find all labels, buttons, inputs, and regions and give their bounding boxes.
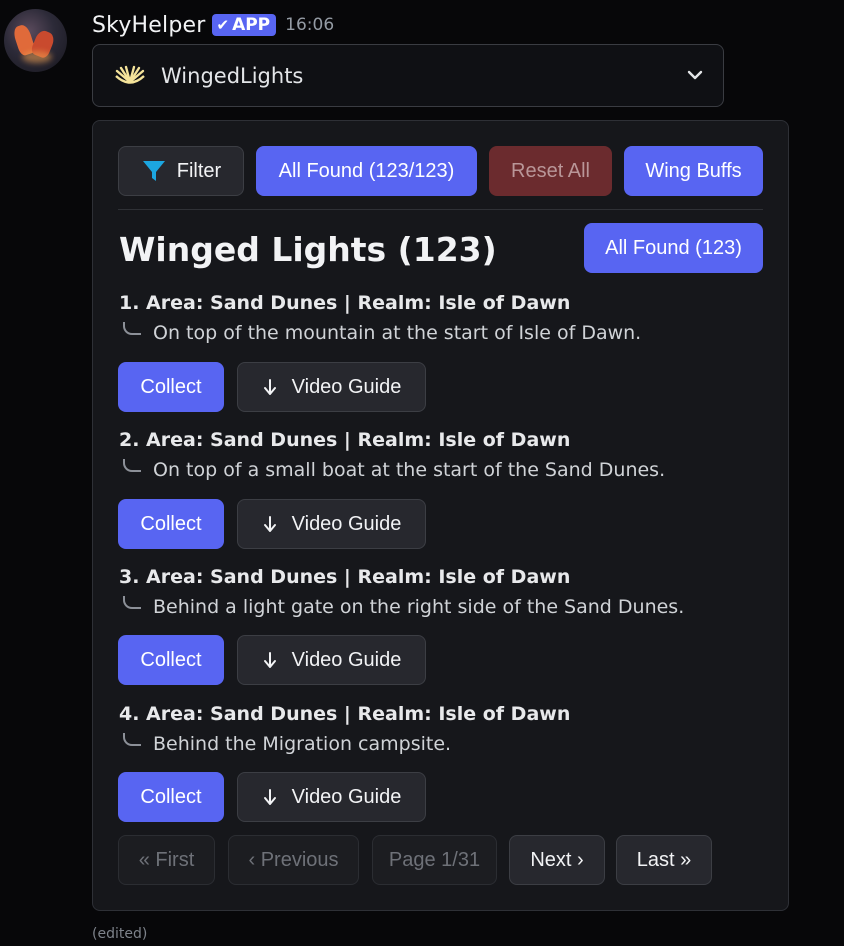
wing-buffs-label: Wing Buffs [645, 159, 742, 182]
entry-heading: 3. Area: Sand Dunes | Realm: Isle of Daw… [119, 566, 571, 588]
all-found-count-label: All Found (123/123) [278, 159, 455, 182]
entry-heading: 2. Area: Sand Dunes | Realm: Isle of Daw… [119, 429, 571, 451]
video-guide-label: Video Guide [291, 375, 402, 398]
video-guide-label: Video Guide [291, 648, 402, 671]
winged-light-icon [115, 65, 145, 84]
all-found-count-button[interactable]: All Found (123/123) [256, 146, 477, 196]
select-value: WingedLights [161, 63, 304, 88]
entry-description: On top of a small boat at the start of t… [123, 459, 665, 481]
reply-hook-icon [123, 733, 141, 746]
collect-button[interactable]: Collect [118, 362, 224, 412]
avatar-glow [22, 51, 52, 63]
entry-description-text: On top of a small boat at the start of t… [153, 459, 666, 481]
app-badge-label: APP [232, 15, 271, 35]
entry-description: Behind the Migration campsite. [123, 733, 451, 755]
reply-hook-icon [123, 322, 141, 335]
previous-page-button[interactable]: ‹ Previous [228, 835, 359, 885]
video-guide-button[interactable]: Video Guide [237, 772, 426, 822]
entry-description-text: Behind a light gate on the right side of… [153, 596, 685, 618]
all-found-button-label: All Found (123) [605, 236, 742, 259]
video-guide-button[interactable]: Video Guide [237, 362, 426, 412]
entry-heading: 1. Area: Sand Dunes | Realm: Isle of Daw… [119, 292, 571, 314]
page-indicator-label: Page 1/31 [388, 848, 481, 871]
collect-button[interactable]: Collect [118, 499, 224, 549]
app-badge: ✔ APP [212, 14, 277, 36]
embed-container: Filter All Found (123/123) Reset All Win… [92, 120, 789, 911]
username[interactable]: SkyHelper [92, 13, 205, 38]
video-guide-label: Video Guide [291, 785, 402, 808]
message-header: SkyHelper ✔ APP 16:06 [92, 10, 334, 40]
entry-heading: 4. Area: Sand Dunes | Realm: Isle of Daw… [119, 703, 571, 725]
video-guide-button[interactable]: Video Guide [237, 635, 426, 685]
last-page-button[interactable]: Last » [616, 835, 712, 885]
entry-description-text: Behind the Migration campsite. [153, 733, 452, 755]
page-indicator[interactable]: Page 1/31 [372, 835, 497, 885]
first-page-button[interactable]: « First [118, 835, 215, 885]
last-page-label: Last » [636, 848, 692, 871]
checkmark-icon: ✔ [216, 16, 230, 34]
download-arrow-icon [263, 516, 276, 532]
next-page-label: Next › [530, 848, 584, 871]
download-arrow-icon [263, 789, 276, 805]
video-guide-button[interactable]: Video Guide [237, 499, 426, 549]
chevron-down-icon [687, 70, 703, 80]
entry-description: On top of the mountain at the start of I… [123, 322, 641, 344]
filter-button[interactable]: Filter [118, 146, 244, 196]
entry-description: Behind a light gate on the right side of… [123, 596, 684, 618]
edited-indicator: (edited) [92, 926, 148, 942]
timestamp[interactable]: 16:06 [285, 15, 334, 35]
collect-label: Collect [140, 512, 202, 535]
bot-avatar[interactable] [4, 9, 67, 72]
download-arrow-icon [263, 652, 276, 668]
collect-button[interactable]: Collect [118, 635, 224, 685]
reply-hook-icon [123, 596, 141, 609]
filter-icon [142, 161, 165, 181]
divider [118, 209, 763, 210]
entry-description-text: On top of the mountain at the start of I… [153, 322, 642, 344]
previous-page-label: ‹ Previous [248, 848, 339, 871]
next-page-button[interactable]: Next › [509, 835, 605, 885]
collect-label: Collect [140, 375, 202, 398]
download-arrow-icon [263, 379, 276, 395]
collect-label: Collect [140, 648, 202, 671]
reset-all-label: Reset All [511, 159, 590, 182]
first-page-label: « First [138, 848, 195, 871]
embed-title: Winged Lights (123) [119, 230, 497, 269]
reply-hook-icon [123, 459, 141, 472]
reset-all-button[interactable]: Reset All [489, 146, 612, 196]
filter-button-label: Filter [176, 159, 222, 182]
video-guide-label: Video Guide [291, 512, 402, 535]
collect-button[interactable]: Collect [118, 772, 224, 822]
category-select[interactable]: WingedLights [92, 44, 724, 107]
collect-label: Collect [140, 785, 202, 808]
all-found-button[interactable]: All Found (123) [584, 223, 763, 273]
wing-buffs-button[interactable]: Wing Buffs [624, 146, 763, 196]
